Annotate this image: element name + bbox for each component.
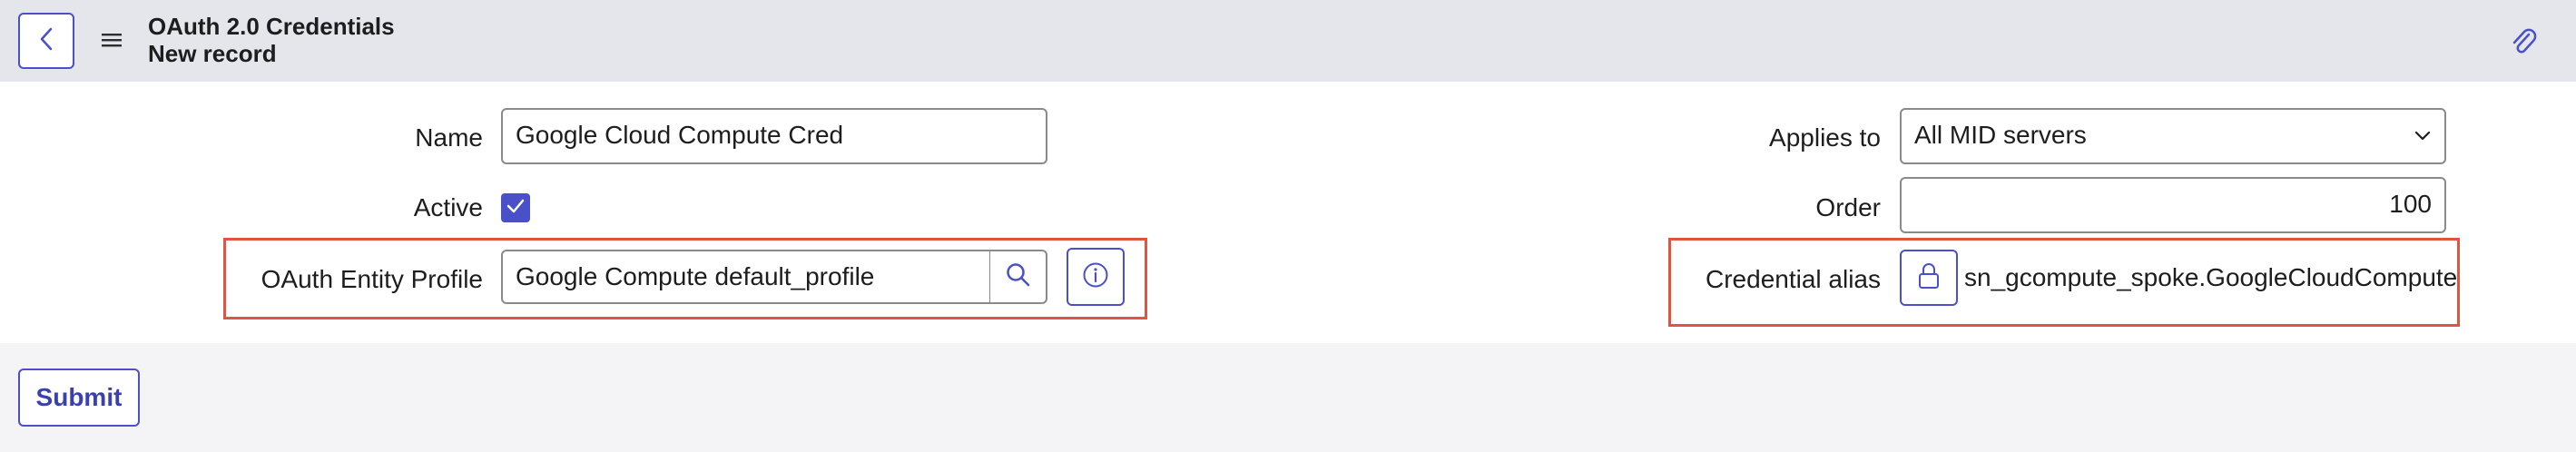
active-label: Active (413, 193, 483, 221)
name-label: Name (415, 123, 483, 152)
applies-to-value: All MID servers (1914, 121, 2087, 149)
applies-to-select[interactable]: All MID servers (1900, 108, 2446, 164)
order-label: Order (1815, 193, 1881, 221)
title-block: OAuth 2.0 Credentials New record (148, 13, 395, 67)
submit-button[interactable]: Submit (18, 368, 140, 427)
back-icon (36, 25, 56, 57)
credential-alias-value: sn_gcompute_spoke.GoogleCloudCompute (1964, 263, 2458, 291)
order-input[interactable]: 100 (1900, 177, 2446, 233)
oauth-profile-input[interactable]: Google Compute default_profile (501, 250, 991, 304)
lock-icon (1916, 261, 1942, 295)
preview-record-button[interactable] (1067, 248, 1125, 306)
chevron-down-icon (2414, 110, 2432, 161)
back-button[interactable] (18, 13, 74, 69)
form-header: OAuth 2.0 Credentials New record (0, 0, 2576, 82)
unlock-alias-button[interactable] (1900, 250, 1958, 306)
active-checkbox[interactable] (501, 193, 530, 222)
applies-to-label: Applies to (1769, 123, 1881, 152)
lookup-button[interactable] (989, 250, 1047, 304)
paperclip-icon[interactable] (2505, 24, 2542, 60)
credential-alias-label: Credential alias (1706, 265, 1881, 293)
info-icon (1081, 260, 1110, 294)
name-input[interactable]: Google Cloud Compute Cred (501, 108, 1047, 164)
oauth-profile-label: OAuth Entity Profile (261, 265, 483, 293)
page-title: OAuth 2.0 Credentials (148, 13, 395, 40)
hamburger-menu-icon[interactable] (100, 29, 123, 51)
page-subtitle: New record (148, 40, 277, 67)
search-icon (1005, 261, 1032, 293)
checkmark-icon (506, 198, 526, 219)
